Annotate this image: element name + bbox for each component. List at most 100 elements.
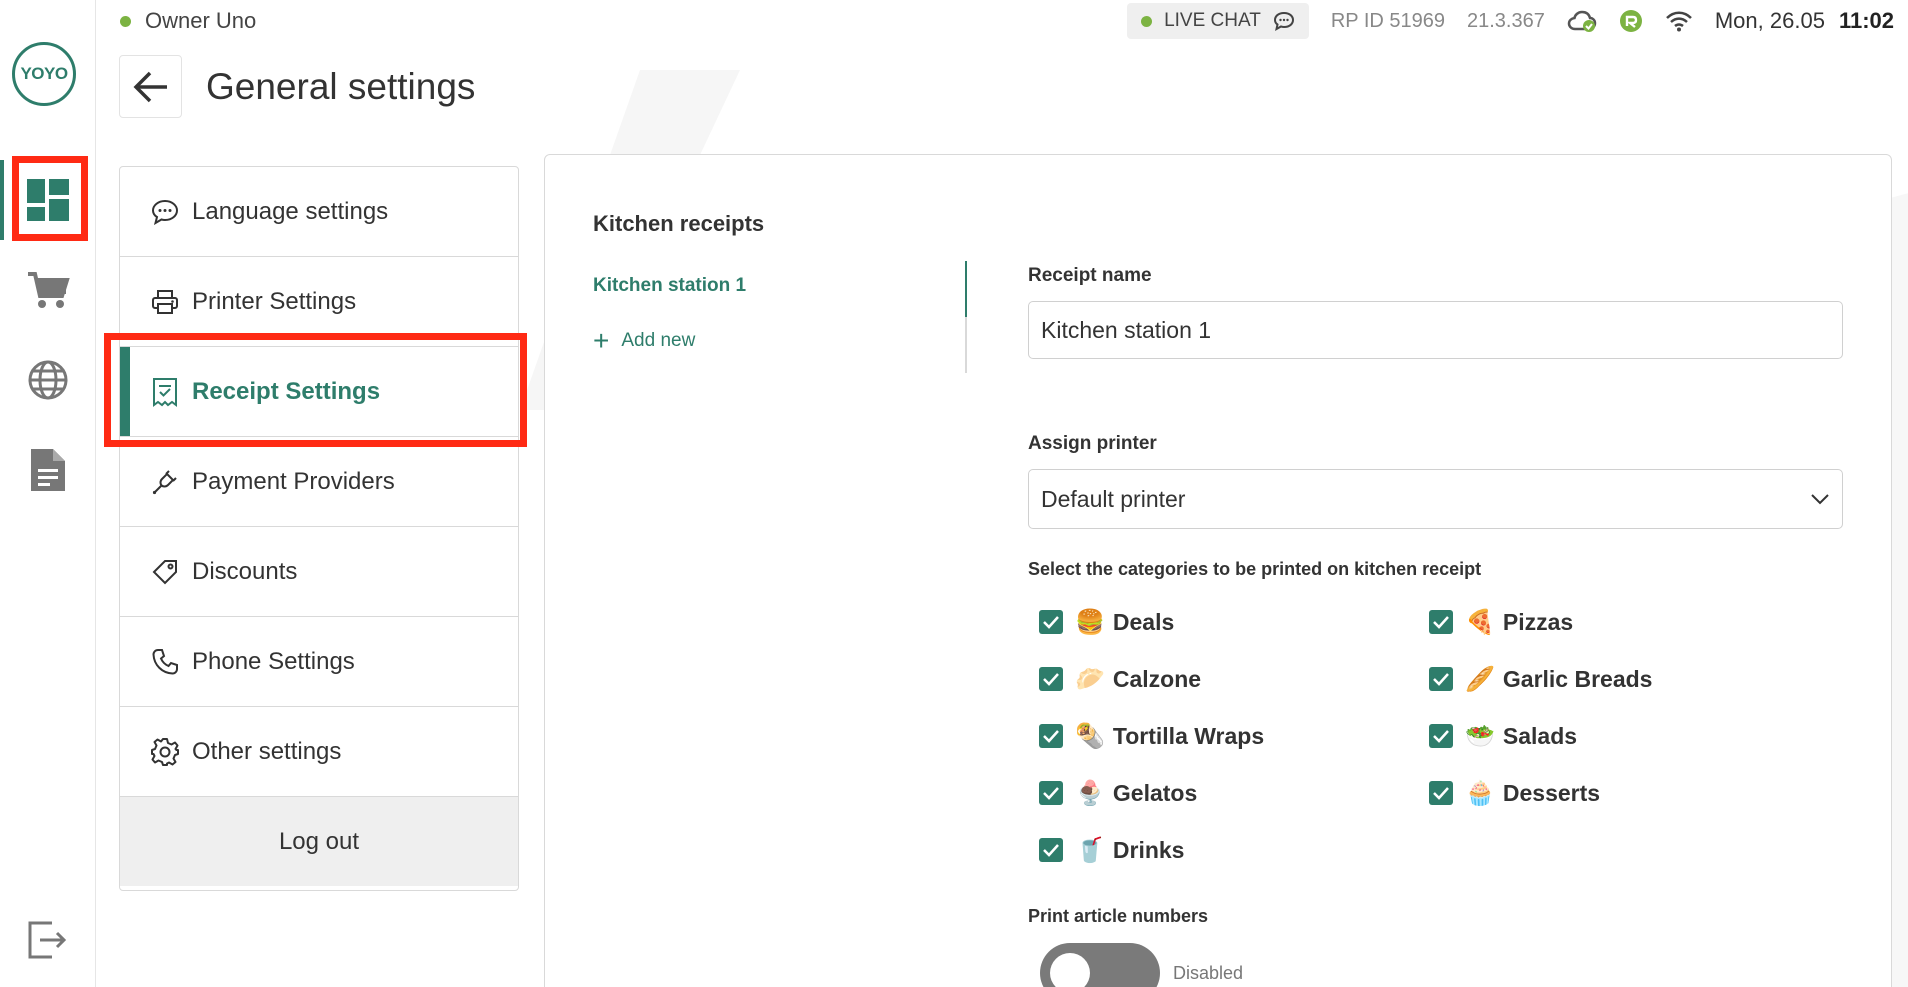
menu-item-payment-providers[interactable]: Payment Providers [120, 437, 518, 527]
checkmark-icon [1433, 673, 1449, 686]
menu-item-label: Printer Settings [192, 287, 357, 315]
checkbox-checked[interactable] [1429, 610, 1453, 634]
category-calzone[interactable]: 🥟 Calzone [1039, 659, 1201, 699]
globe-icon [28, 360, 68, 400]
category-salads[interactable]: 🥗 Salads [1429, 716, 1577, 756]
rail-dashboard-button[interactable] [0, 160, 96, 240]
category-deals[interactable]: 🍔 Deals [1039, 602, 1174, 642]
checkbox-checked[interactable] [1039, 838, 1063, 862]
menu-item-discounts[interactable]: Discounts [120, 527, 518, 617]
receipt-name-label: Receipt name [1028, 265, 1152, 286]
category-emoji: 🧁 [1465, 779, 1495, 807]
yoyo-logo: YOYO [12, 42, 76, 106]
print-article-numbers-label: Print article numbers [1028, 906, 1209, 926]
rail-document-button[interactable] [0, 430, 96, 510]
category-emoji: 🥟 [1075, 665, 1105, 693]
category-name: Calzone [1112, 665, 1202, 692]
category-name: Desserts [1502, 779, 1601, 806]
category-gelatos[interactable]: 🍨 Gelatos [1039, 773, 1197, 813]
category-emoji: 🌯 [1075, 722, 1105, 750]
toggle-knob [1050, 953, 1090, 987]
live-chat-dot [1141, 15, 1153, 27]
print-article-numbers-toggle[interactable] [1040, 943, 1160, 987]
status-time: 11:02 [1838, 8, 1894, 33]
back-button[interactable] [119, 55, 182, 118]
category-garlic-breads[interactable]: 🥖 Garlic Breads [1429, 659, 1652, 699]
checkbox-checked[interactable] [1039, 610, 1063, 634]
checkmark-icon [1043, 616, 1059, 629]
status-bar: LIVE CHAT RP ID 51969 21.3.367 Mon, 26.0… [1127, 2, 1894, 40]
checkbox-checked[interactable] [1039, 667, 1063, 691]
checkbox-checked[interactable] [1429, 781, 1453, 805]
category-tortilla-wraps[interactable]: 🌯 Tortilla Wraps [1039, 716, 1264, 756]
status-user: Owner Uno [120, 8, 256, 34]
category-name: Deals [1112, 608, 1175, 635]
checkbox-checked[interactable] [1039, 724, 1063, 748]
menu-item-printer-settings[interactable]: Printer Settings [120, 257, 518, 347]
checkbox-checked[interactable] [1429, 667, 1453, 691]
chevron-down-icon [1811, 494, 1829, 505]
checkmark-icon [1433, 730, 1449, 743]
plug-icon [150, 467, 180, 497]
checkmark-icon [1043, 730, 1059, 743]
dashboard-icon [27, 179, 69, 221]
category-emoji: 🍔 [1075, 608, 1105, 636]
menu-item-receipt-settings[interactable]: Receipt Settings [120, 347, 518, 437]
menu-item-other-settings[interactable]: Other settings [120, 707, 518, 797]
category-name: Drinks [1112, 836, 1185, 863]
page-title: General settings [206, 66, 476, 107]
online-status-dot [120, 15, 131, 27]
plus-icon: + [593, 325, 610, 356]
chat-bubble-icon [150, 197, 180, 227]
checkbox-checked[interactable] [1039, 781, 1063, 805]
add-new-station-button[interactable]: + Add new [593, 327, 695, 355]
menu-item-language-settings[interactable]: Language settings [120, 167, 518, 257]
phone-icon [150, 647, 180, 677]
menu-item-label: Language settings [192, 197, 389, 225]
checkmark-icon [1043, 787, 1059, 800]
printer-icon [150, 287, 180, 317]
document-icon [31, 449, 65, 491]
chat-bubble-icon [1273, 11, 1294, 31]
left-rail: YOYO [0, 0, 96, 987]
category-name: Gelatos [1112, 779, 1198, 806]
arrow-left-icon [133, 71, 167, 102]
kitchen-station-list: Kitchen station 1 + Add new [593, 261, 967, 373]
category-desserts[interactable]: 🧁 Desserts [1429, 773, 1600, 813]
live-chat-button[interactable]: LIVE CHAT [1127, 3, 1309, 39]
logout-button[interactable]: Log out [120, 797, 518, 886]
section-title: Kitchen receipts [593, 211, 765, 236]
category-drinks[interactable]: 🥤 Drinks [1039, 830, 1184, 870]
toggle-state-label: Disabled [1173, 963, 1244, 983]
active-station-indicator [965, 261, 967, 317]
checkmark-icon [1043, 844, 1059, 857]
cloud-sync-icon [1567, 10, 1597, 32]
menu-item-phone-settings[interactable]: Phone Settings [120, 617, 518, 707]
settings-menu: Language settings Printer Settings Recei… [119, 166, 519, 891]
checkbox-checked[interactable] [1429, 724, 1453, 748]
menu-item-label: Other settings [192, 737, 342, 765]
category-emoji: 🥖 [1465, 665, 1495, 693]
rail-globe-button[interactable] [0, 340, 96, 420]
receipt-name-input[interactable] [1028, 301, 1843, 359]
checkmark-icon [1043, 673, 1059, 686]
checkmark-icon [1433, 616, 1449, 629]
assign-printer-label: Assign printer [1028, 433, 1157, 454]
receipt-settings-card: Kitchen receipts Kitchen station 1 + Add… [544, 154, 1892, 987]
live-chat-label: LIVE CHAT [1164, 10, 1261, 31]
exit-icon [28, 921, 67, 959]
menu-item-label: Phone Settings [192, 647, 355, 675]
add-new-label: Add new [621, 330, 696, 351]
menu-item-label: Receipt Settings [192, 377, 381, 405]
rp-id: RP ID 51969 [1330, 9, 1445, 32]
station-item-kitchen-station-1[interactable]: Kitchen station 1 [593, 275, 746, 297]
rail-cart-button[interactable] [0, 250, 96, 330]
categories-label: Select the categories to be printed on k… [1028, 559, 1482, 579]
category-emoji: 🍨 [1075, 779, 1105, 807]
user-name: Owner Uno [145, 8, 257, 33]
assign-printer-select[interactable]: Default printer [1028, 469, 1843, 529]
cart-icon [28, 272, 70, 308]
rail-exit-button[interactable] [0, 900, 96, 980]
app-version: 21.3.367 [1467, 9, 1545, 32]
category-pizzas[interactable]: 🍕 Pizzas [1429, 602, 1573, 642]
